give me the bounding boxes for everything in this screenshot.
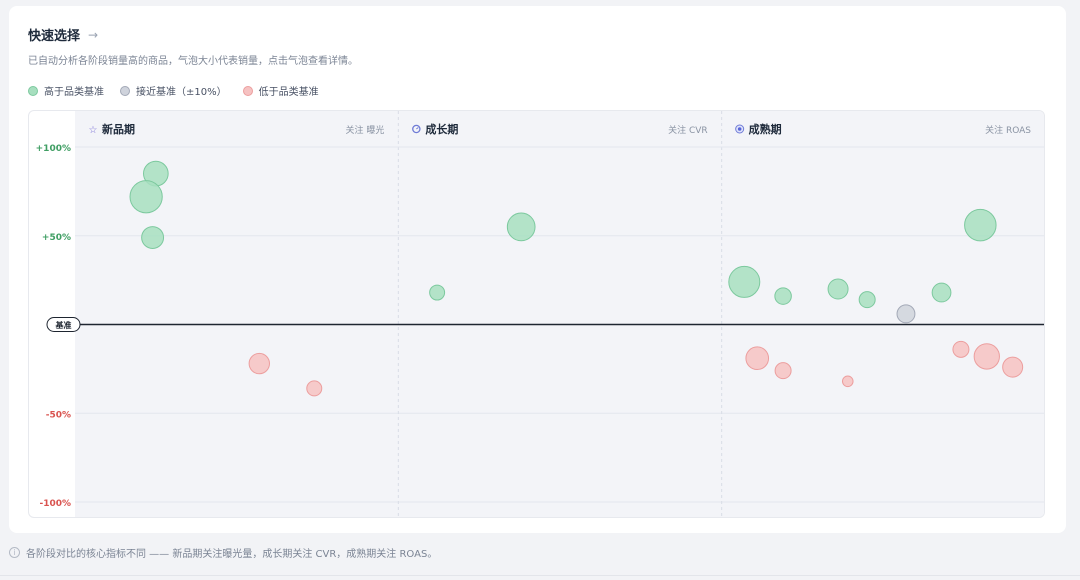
legend-item-near: 接近基准（±10%） <box>120 83 227 98</box>
bubble-above[interactable] <box>827 278 849 300</box>
footer-note: i 各阶段对比的核心指标不同 —— 新品期关注曝光量，成长期关注 CVR，成熟期… <box>9 545 437 560</box>
legend-label-near: 接近基准（±10%） <box>136 87 227 98</box>
bubble-below[interactable] <box>841 375 854 388</box>
footer-text: 各阶段对比的核心指标不同 —— 新品期关注曝光量，成长期关注 CVR，成熟期关注… <box>26 549 438 560</box>
legend-dot-near <box>120 85 130 96</box>
arrow-right-icon[interactable]: → <box>88 28 98 42</box>
bubble-chart: +100% +50% -50% -100% ☆ 新品期 关注 曝光 成长期 关注 CVR 成熟期 关… <box>28 110 1045 518</box>
bubble-below[interactable] <box>306 380 323 397</box>
bubble-chart-svg: +100% +50% -50% -100% ☆ 新品期 关注 曝光 成长期 关注 CVR 成熟期 关… <box>36 111 1044 517</box>
card-title: 快速选择 <box>28 29 81 44</box>
legend-dot-below <box>242 85 253 96</box>
bubble-above[interactable] <box>858 291 876 309</box>
bubble-above[interactable] <box>429 284 446 301</box>
panel-focus-label: 关注 CVR <box>668 124 708 136</box>
legend-item-below: 低于品类基准 <box>242 83 319 98</box>
bubble-below[interactable] <box>1002 356 1024 378</box>
bubble-above[interactable] <box>774 287 792 305</box>
title-row[interactable]: 快速选择 → <box>28 25 98 45</box>
target-icon-center <box>737 127 742 131</box>
legend-label-below: 低于品类基准 <box>258 87 319 98</box>
panel-focus-label: 关注 ROAS <box>985 124 1031 136</box>
info-icon: i <box>9 547 20 558</box>
bubble-above[interactable] <box>728 265 761 298</box>
bubble-above[interactable] <box>129 180 163 214</box>
panel-title: 成熟期 <box>749 122 782 136</box>
chart-legend: 高于品类基准 接近基准（±10%） 低于品类基准 <box>28 83 319 98</box>
bubble-below[interactable] <box>973 343 1000 370</box>
bubble-below[interactable] <box>745 346 770 371</box>
bubble-above[interactable] <box>964 208 997 242</box>
y-tick-label: +50% <box>42 233 71 243</box>
y-tick-label: +100% <box>36 144 71 154</box>
y-tick-label: -100% <box>39 499 71 509</box>
panel-title: 成长期 <box>425 122 458 136</box>
footer-divider <box>0 575 1080 576</box>
bubble-near[interactable] <box>896 304 916 324</box>
bubble-below[interactable] <box>248 352 270 375</box>
star-icon: ☆ <box>89 125 98 136</box>
bubble-above[interactable] <box>506 212 536 242</box>
bubble-below[interactable] <box>774 362 792 380</box>
quick-select-card: 快速选择 → 已自动分析各阶段销量高的商品，气泡大小代表销量，点击气泡查看详情。… <box>9 6 1066 533</box>
legend-item-above: 高于品类基准 <box>28 83 104 98</box>
bubble-above[interactable] <box>141 226 165 249</box>
legend-dot-above <box>28 85 38 96</box>
panel-focus-label: 关注 曝光 <box>345 124 384 136</box>
panel-title: 新品期 <box>102 122 135 136</box>
y-tick-label: -50% <box>46 410 71 420</box>
baseline-label: 基准 <box>55 320 72 330</box>
bubble-below[interactable] <box>952 340 970 358</box>
card-subtitle: 已自动分析各阶段销量高的商品，气泡大小代表销量，点击气泡查看详情。 <box>28 56 358 67</box>
legend-label-above: 高于品类基准 <box>44 87 104 98</box>
bubble-above[interactable] <box>931 282 952 303</box>
